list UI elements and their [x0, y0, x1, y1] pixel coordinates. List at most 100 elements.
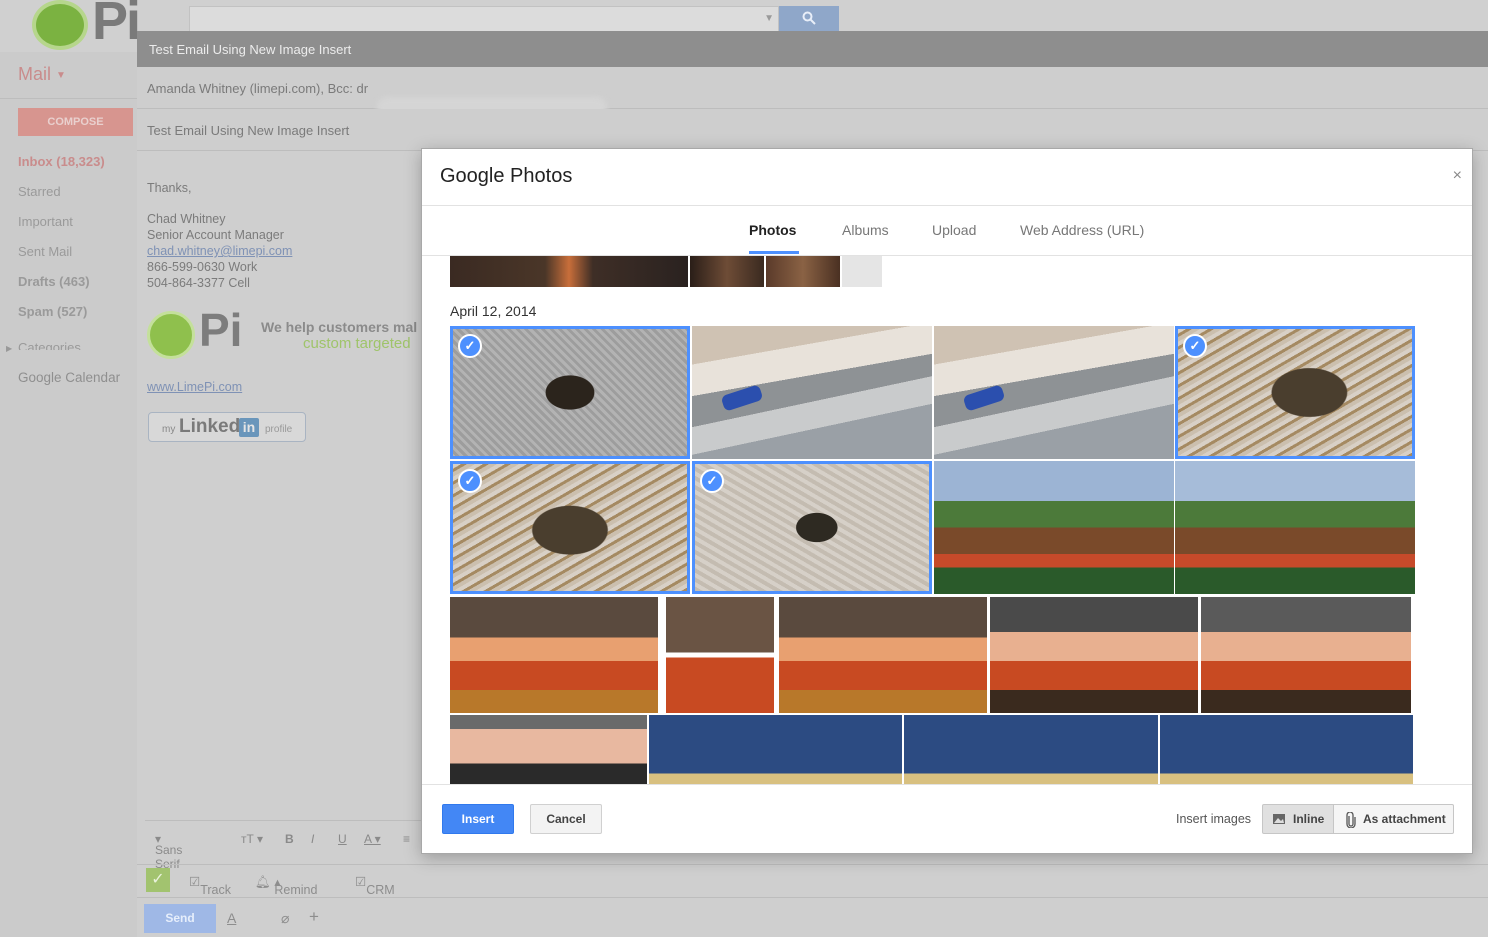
- text-color-icon[interactable]: A ▾: [364, 832, 381, 846]
- photo-thumbnail[interactable]: [904, 715, 1158, 784]
- limepi-logo: Pi: [32, 0, 152, 51]
- photo-thumbnail[interactable]: [450, 597, 658, 713]
- sig-title: Senior Account Manager: [147, 228, 284, 242]
- photo-thumbnail[interactable]: [990, 597, 1198, 713]
- sig-work-phone: 866-599-0630 Work: [147, 260, 258, 274]
- formatting-options-icon[interactable]: A: [227, 910, 236, 926]
- photo-thumbnail[interactable]: [649, 715, 902, 784]
- track-label: Track: [200, 883, 232, 897]
- subject-row[interactable]: Test Email Using New Image Insert: [137, 109, 1488, 151]
- linkedin-my: my: [162, 424, 176, 435]
- attachment-option-button[interactable]: As attachment: [1334, 804, 1454, 834]
- insert-button[interactable]: Insert: [442, 804, 514, 834]
- inline-option-button[interactable]: Inline: [1262, 804, 1334, 834]
- paperclip-icon: [1346, 812, 1356, 828]
- photo-thumbnail-selected[interactable]: ✓: [692, 461, 932, 594]
- compose-header[interactable]: Test Email Using New Image Insert: [137, 31, 1488, 67]
- inline-label: Inline: [1293, 812, 1325, 826]
- compose-button[interactable]: COMPOSE: [18, 108, 133, 136]
- check-icon: ✓: [458, 334, 482, 358]
- sig-email-link[interactable]: chad.whitney@limepi.com: [147, 244, 292, 258]
- crm-toggle[interactable]: ☑ CRM: [355, 874, 395, 897]
- send-button[interactable]: Send: [144, 904, 216, 933]
- photo-grid[interactable]: April 12, 2014 ✓ ✓ ✓ ✓: [422, 256, 1472, 784]
- search-input[interactable]: ▼: [189, 6, 779, 32]
- check-icon: ✓: [700, 469, 724, 493]
- gmail-sidebar: Mail ▼ COMPOSE Inbox (18,323) Starred Im…: [0, 52, 137, 937]
- attachment-label: As attachment: [1363, 812, 1446, 826]
- sidebar-item-spam[interactable]: Spam (527): [18, 304, 87, 319]
- chevron-down-icon[interactable]: ▼: [764, 13, 774, 24]
- check-icon: ✓: [1183, 334, 1207, 358]
- recipients-field: Amanda Whitney (limepi.com), Bcc: dr: [147, 81, 369, 96]
- dialog-title: Google Photos: [440, 165, 573, 187]
- attach-icon[interactable]: ⌀: [281, 910, 289, 927]
- mail-menu[interactable]: Mail ▼: [18, 64, 66, 85]
- close-icon[interactable]: ×: [1453, 167, 1462, 185]
- dialog-tabs: Photos Albums Upload Web Address (URL): [422, 206, 1472, 256]
- linkedin-badge[interactable]: my Linked in profile: [148, 412, 306, 442]
- photo-thumbnail-selected[interactable]: ✓: [1175, 326, 1415, 459]
- lime-icon: [32, 0, 88, 50]
- sidebar-item-calendar[interactable]: Google Calendar: [18, 370, 120, 385]
- photo-thumbnail[interactable]: [1175, 461, 1415, 594]
- sidebar-item-categories[interactable]: Categories: [18, 340, 81, 350]
- photo-collage-thumbnail[interactable]: [664, 597, 774, 713]
- photo-thumbnail[interactable]: [690, 256, 764, 287]
- italic-icon[interactable]: I: [311, 832, 314, 846]
- remind-label: Remind: [274, 883, 318, 897]
- lime-icon: [147, 311, 195, 359]
- photo-thumbnail[interactable]: [766, 256, 840, 287]
- tab-albums[interactable]: Albums: [842, 222, 889, 238]
- crm-label: CRM: [366, 883, 395, 897]
- align-icon[interactable]: ≡: [403, 832, 410, 846]
- sidebar-item-drafts[interactable]: Drafts (463): [18, 274, 90, 289]
- logo-text: Pi: [92, 0, 141, 51]
- photo-thumbnail[interactable]: [1201, 597, 1411, 713]
- caret-down-icon: ▼: [56, 69, 66, 81]
- cancel-button[interactable]: Cancel: [530, 804, 602, 834]
- tab-upload[interactable]: Upload: [932, 222, 976, 238]
- tab-web-address[interactable]: Web Address (URL): [1020, 222, 1144, 238]
- format-toolbar: Sans Serif ▾ тT ▾ B I U A ▾ ≡: [145, 820, 435, 871]
- send-bar: Send A ⌀ +: [137, 897, 1488, 937]
- sig-website-link[interactable]: www.LimePi.com: [147, 380, 242, 394]
- divider: [0, 98, 137, 99]
- photo-thumbnail[interactable]: [934, 326, 1174, 459]
- photo-thumbnail[interactable]: [779, 597, 987, 713]
- sidebar-item-starred[interactable]: Starred: [18, 184, 61, 199]
- compose-title: Test Email Using New Image Insert: [149, 42, 352, 57]
- subject-field: Test Email Using New Image Insert: [147, 123, 350, 138]
- mail-label: Mail: [18, 64, 52, 84]
- search-button[interactable]: [779, 6, 839, 32]
- tab-photos[interactable]: Photos: [749, 222, 796, 238]
- track-toggle[interactable]: ☑ Track: [189, 874, 231, 897]
- sig-name: Chad Whitney: [147, 212, 226, 226]
- google-photos-dialog: Google Photos × Photos Albums Upload Web…: [421, 148, 1473, 854]
- remind-toggle[interactable]: 🔔︎ Remind ▴: [255, 874, 317, 897]
- photo-thumbnail[interactable]: [450, 715, 647, 784]
- sig-tagline: We help customers mal: [261, 319, 418, 335]
- active-tab-indicator: [749, 251, 799, 254]
- photo-thumbnail[interactable]: [1160, 715, 1413, 784]
- sidebar-item-important[interactable]: Important: [18, 214, 73, 229]
- photo-thumbnail-selected[interactable]: ✓: [450, 461, 690, 594]
- date-heading: April 12, 2014: [450, 303, 537, 319]
- sig-thanks: Thanks,: [147, 181, 192, 195]
- photo-thumbnail[interactable]: [692, 326, 932, 459]
- yesware-icon[interactable]: ✓: [146, 868, 170, 892]
- recipients-row[interactable]: Amanda Whitney (limepi.com), Bcc: dr: [137, 67, 1488, 121]
- photo-thumbnail[interactable]: [450, 256, 688, 287]
- more-options-icon[interactable]: +: [309, 907, 319, 927]
- sidebar-item-sent[interactable]: Sent Mail: [18, 244, 72, 259]
- scooter-handle: [720, 384, 764, 412]
- search-icon: [802, 11, 816, 25]
- font-size-icon[interactable]: тT ▾: [241, 832, 263, 846]
- underline-icon[interactable]: U: [338, 832, 347, 846]
- photo-thumbnail[interactable]: [934, 461, 1174, 594]
- expand-arrow-icon[interactable]: ▶: [6, 344, 12, 353]
- sidebar-item-inbox[interactable]: Inbox (18,323): [18, 154, 105, 169]
- bold-icon[interactable]: B: [285, 832, 294, 846]
- photo-thumbnail-selected[interactable]: ✓: [450, 326, 690, 459]
- font-select[interactable]: Sans Serif ▾: [155, 832, 182, 871]
